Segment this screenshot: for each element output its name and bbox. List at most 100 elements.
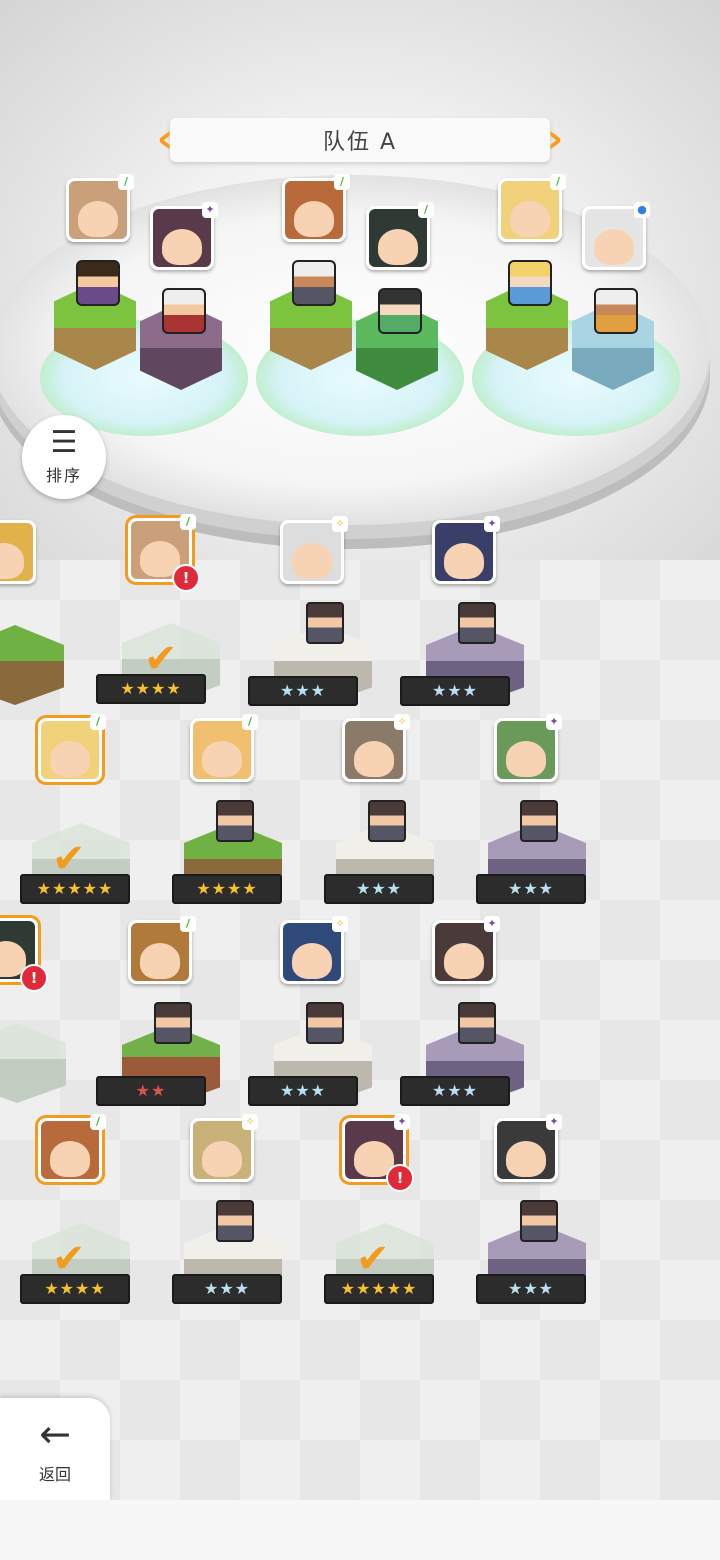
hero-sprite [458,602,496,644]
nature-icon: / [334,174,350,190]
star-rating: ★★★★ [172,874,282,904]
hero-portrait[interactable]: / [66,174,134,242]
hero-portrait[interactable]: / [282,174,350,242]
hero-sprite [520,800,558,842]
sort-icon: ☰ [50,425,78,460]
star-rating: ★★★ [248,1076,358,1106]
sort-button[interactable]: ☰ 排序 [22,415,106,499]
hero-portrait[interactable]: / [498,174,566,242]
hero-sprite [458,1002,496,1044]
water-icon: ● [634,202,650,218]
star-rating: ★★★ [172,1274,282,1304]
dark-icon: ✦ [484,916,500,932]
roster-hero[interactable]: / ! ✔ ★★★★ [96,514,226,708]
hero-sprite [216,800,254,842]
star-rating: ★★★★★ [324,1274,434,1304]
roster-hero[interactable]: / ★★★★ [172,714,302,908]
hero-sprite [216,1200,254,1242]
hero-portrait: ✦ [432,516,500,584]
star-rating: ★★★ [400,676,510,706]
nature-icon: / [90,1114,106,1130]
hero-sprite [292,260,336,306]
star-rating: ★★★★★ [20,874,130,904]
sort-label: 排序 [45,466,82,485]
hero-sprite [508,260,552,306]
alert-badge: ! [386,1164,414,1192]
hero-sprite [594,288,638,334]
hero-sprite [368,800,406,842]
roster-hero[interactable]: ✧ ★★★ [248,516,378,710]
hero-portrait[interactable]: / [366,202,434,270]
roster-hero[interactable]: ✦ ★★★ [400,516,530,710]
chevron-left-icon[interactable]: ‹ [154,116,176,162]
team-title: 队伍 A [322,130,398,155]
team-banner: ‹ 队伍 A › [157,116,563,162]
platform-hex [0,625,64,705]
team-slot-3[interactable]: / ● [472,170,682,460]
dark-icon: ✦ [546,1114,562,1130]
hero-sprite [154,1002,192,1044]
nature-icon: / [418,202,434,218]
roster-hero[interactable]: / ✔ ★★★★★ [20,714,150,908]
chevron-right-icon[interactable]: › [544,116,566,162]
nature-icon: / [180,514,196,530]
roster-hero[interactable]: ✦ ★★★ [476,1114,606,1308]
light-icon: ✧ [332,916,348,932]
roster-hero[interactable]: / ✔ ★★★★ [20,1114,150,1308]
dark-icon: ✦ [484,516,500,532]
hero-portrait [0,520,36,584]
hero-portrait: ✧ [280,916,348,984]
roster-hero[interactable]: / ★★ [96,916,226,1110]
hero-portrait: / [128,916,196,984]
star-rating: ★★★ [248,676,358,706]
back-arrow-icon: ← [39,1412,71,1456]
hero-portrait: ! [0,918,48,992]
hero-portrait: / [38,714,106,782]
light-icon: ✧ [242,1114,258,1130]
roster-hero[interactable]: ✧ ★★★ [324,714,454,908]
hero-portrait: / ! [128,514,200,592]
light-icon: ✧ [332,516,348,532]
roster-hero[interactable]: ✦ ★★★ [476,714,606,908]
light-icon: ✧ [394,714,410,730]
hero-sprite [162,288,206,334]
nature-icon: / [118,174,134,190]
hero-portrait: ✦ ! [342,1114,414,1192]
hero-portrait: ✧ [280,516,348,584]
nature-icon: / [242,714,258,730]
roster-hero[interactable]: ✧ ★★★ [248,916,378,1110]
hero-portrait: ✦ [494,1114,562,1182]
roster-hero[interactable]: ✦ ! ✔ ★★★★★ [324,1114,454,1308]
nature-icon: / [180,916,196,932]
hero-portrait: ✦ [494,714,562,782]
star-rating: ★★ [96,1076,206,1106]
bottom-bar [0,1500,720,1560]
roster-hero[interactable]: ✧ ★★★ [172,1114,302,1308]
roster-hero-partial[interactable] [0,520,70,710]
roster-hero[interactable]: ✦ ★★★ [400,916,530,1110]
star-rating: ★★★ [476,1274,586,1304]
alert-badge: ! [172,564,200,592]
back-label: 返回 [38,1465,71,1484]
star-rating: ★★★ [400,1076,510,1106]
hero-portrait: / [190,714,258,782]
platform-hex [0,1023,66,1103]
star-rating: ★★★★ [96,674,206,704]
roster-hero-partial[interactable]: ! [0,918,72,1108]
dark-icon: ✦ [202,202,218,218]
star-rating: ★★★ [476,874,586,904]
team-slot-2[interactable]: / / [256,170,466,460]
dark-icon: ✦ [546,714,562,730]
hero-sprite [76,260,120,306]
hero-portrait[interactable]: ✦ [150,202,218,270]
back-button[interactable]: ← 返回 [0,1398,110,1502]
nature-icon: / [90,714,106,730]
hero-portrait: ✧ [342,714,410,782]
star-rating: ★★★★ [20,1274,130,1304]
hero-portrait: ✧ [190,1114,258,1182]
nature-icon: / [550,174,566,190]
alert-badge: ! [20,964,48,992]
hero-sprite [520,1200,558,1242]
star-rating: ★★★ [324,874,434,904]
hero-portrait[interactable]: ● [582,202,650,270]
